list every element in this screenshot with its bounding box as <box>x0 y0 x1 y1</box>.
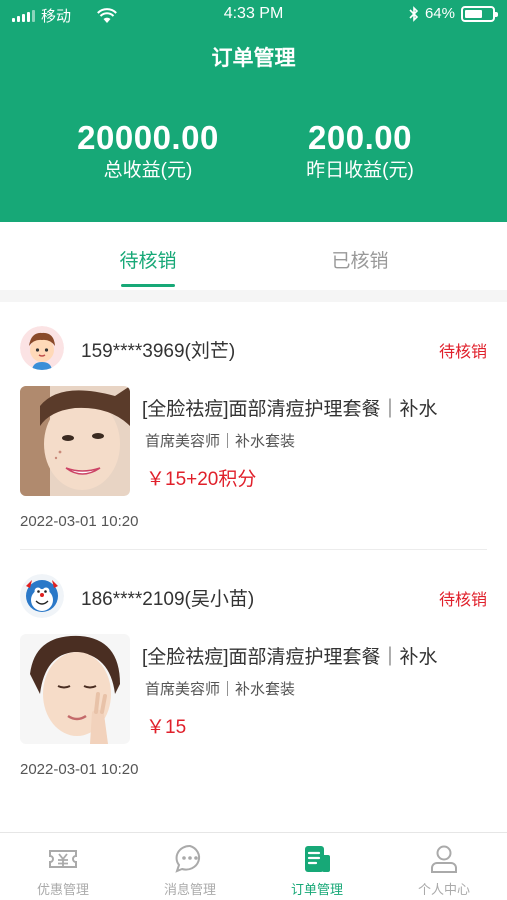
message-icon <box>175 844 201 873</box>
avatar <box>20 574 64 618</box>
battery-icon <box>461 5 498 22</box>
product-image <box>20 634 130 744</box>
product-title: [全脸祛痘]面部清痘护理套餐｜补水 <box>142 647 438 668</box>
order-card[interactable]: 159****3969(刘芒) 待核销 [全脸祛痘]面部清痘护理套餐｜补水 首席… <box>0 302 507 550</box>
yesterday-income-label: 昨日收益(元) <box>306 160 414 181</box>
order-time: 2022-03-01 10:20 <box>20 513 139 530</box>
order-card[interactable]: 186****2109(吴小苗) 待核销 [全脸祛痘]面部清痘护理套餐｜补水 首… <box>0 550 507 796</box>
product-subtitle: 首席美容师｜补水套装 <box>145 433 296 450</box>
nav-profile[interactable]: 个人中心 <box>381 833 507 900</box>
nav-coupon[interactable]: 优惠管理 <box>0 833 126 900</box>
nav-message[interactable]: 消息管理 <box>127 833 253 900</box>
yesterday-income: 200.00 昨日收益(元) <box>240 118 480 184</box>
avatar <box>20 326 64 370</box>
total-income-label: 总收益(元) <box>103 160 193 181</box>
product-title: [全脸祛痘]面部清痘护理套餐｜补水 <box>142 399 438 420</box>
header: 移动 4:33 PM 64% 订单管理 20000.00 总收益(元) 200.… <box>0 0 507 222</box>
tab-indicator <box>121 284 175 287</box>
nav-label: 优惠管理 <box>36 882 89 897</box>
tab-pending[interactable]: 待核销 <box>48 246 248 273</box>
nav-label: 个人中心 <box>417 882 470 897</box>
user-name: 159****3969(刘芒) <box>81 341 236 362</box>
order-icon <box>305 846 330 872</box>
order-time: 2022-03-01 10:20 <box>20 761 139 778</box>
battery-percent: 64% <box>424 5 455 22</box>
nav-label: 消息管理 <box>163 882 216 897</box>
user-name: 186****2109(吴小苗) <box>81 589 255 610</box>
status-bar: 移动 4:33 PM 64% <box>0 0 507 30</box>
page-title: 订单管理 <box>211 47 296 70</box>
coupon-icon <box>49 850 77 868</box>
product-price: ￥15 <box>146 717 187 738</box>
nav-orders[interactable]: 订单管理 <box>254 833 380 900</box>
product-image <box>20 386 130 496</box>
total-income: 20000.00 总收益(元) <box>28 118 268 184</box>
order-tabs: 待核销 已核销 <box>0 222 507 290</box>
nav-label: 订单管理 <box>290 882 343 897</box>
status-badge: 待核销 <box>438 344 487 361</box>
product-price: ￥15+20积分 <box>146 469 257 490</box>
yesterday-income-value: 200.00 <box>308 119 412 156</box>
total-income-value: 20000.00 <box>77 119 219 156</box>
user-icon <box>431 845 457 873</box>
bluetooth-icon <box>409 5 419 22</box>
tab-verified[interactable]: 已核销 <box>260 246 460 273</box>
order-list: 159****3969(刘芒) 待核销 [全脸祛痘]面部清痘护理套餐｜补水 首席… <box>0 302 507 832</box>
bottom-nav: 优惠管理 消息管理 订单管理 个人中心 <box>0 832 507 900</box>
status-badge: 待核销 <box>438 592 487 609</box>
product-subtitle: 首席美容师｜补水套装 <box>145 681 296 698</box>
